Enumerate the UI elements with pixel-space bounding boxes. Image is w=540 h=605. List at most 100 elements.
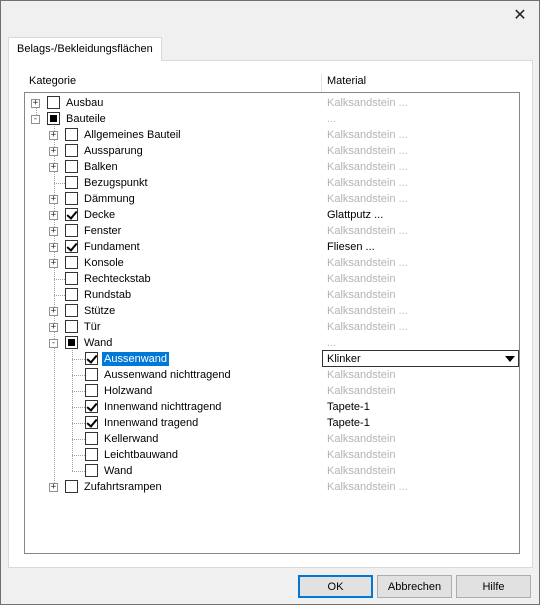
tree-checkbox[interactable] [65,336,78,349]
material-value[interactable]: Kalksandstein ... [327,192,408,206]
help-button[interactable]: Hilfe [456,575,531,598]
tree-row[interactable]: Aussenwand Klinker [25,350,519,367]
tree-row[interactable]: Rechteckstab Kalksandstein [25,271,519,287]
expand-icon[interactable]: + [49,227,58,236]
expand-icon[interactable]: + [49,259,58,268]
tree-item-label[interactable]: Innenwand nichttragend [104,400,221,414]
material-value[interactable]: Tapete-1 [327,400,370,414]
tree-checkbox[interactable] [65,288,78,301]
tree-row[interactable]: + Fenster Kalksandstein ... [25,223,519,239]
tree-item-label[interactable]: Zufahrtsrampen [84,480,162,494]
tree-row[interactable]: + Aussparung Kalksandstein ... [25,143,519,159]
tree-row[interactable]: + Balken Kalksandstein ... [25,159,519,175]
material-value[interactable]: Kalksandstein ... [327,256,408,270]
chevron-down-icon[interactable] [505,356,515,362]
column-separator[interactable] [321,74,322,92]
expand-icon[interactable]: + [49,163,58,172]
expand-icon[interactable]: + [49,211,58,220]
tree-row[interactable]: Innenwand tragend Tapete-1 [25,415,519,431]
material-value[interactable]: Kalksandstein [327,432,396,446]
collapse-icon[interactable]: - [31,115,40,124]
expand-icon[interactable]: + [49,243,58,252]
tree-item-label[interactable]: Kellerwand [104,432,158,446]
tree-row[interactable]: Wand Kalksandstein [25,463,519,479]
tree-item-label[interactable]: Konsole [84,256,124,270]
collapse-icon[interactable]: - [49,339,58,348]
expand-icon[interactable]: + [31,99,40,108]
tree-item-label[interactable]: Decke [84,208,115,222]
cancel-button[interactable]: Abbrechen [377,575,452,598]
column-header-category[interactable]: Kategorie [29,75,76,87]
tree-row[interactable]: - Bauteile... [25,111,519,127]
tree-row[interactable]: + Fundament Fliesen ... [25,239,519,255]
tree-item-label[interactable]: Wand [104,464,132,478]
material-value[interactable]: Kalksandstein [327,272,396,286]
tree-item-label[interactable]: Fundament [84,240,140,254]
tree-item-label[interactable]: Innenwand tragend [104,416,198,430]
material-value[interactable]: Kalksandstein ... [327,176,408,190]
tree-checkbox[interactable] [65,272,78,285]
tree-row[interactable]: Kellerwand Kalksandstein [25,431,519,447]
material-value[interactable]: Kalksandstein ... [327,96,408,110]
tree-item-label[interactable]: Balken [84,160,118,174]
tree-checkbox[interactable] [85,464,98,477]
tree-item-label[interactable]: Rundstab [84,288,131,302]
tree-item-label[interactable]: Rechteckstab [84,272,151,286]
material-value[interactable]: Kalksandstein [327,384,396,398]
tree-item-label[interactable]: Aussenwand [102,352,169,366]
tree-row[interactable]: + Zufahrtsrampen Kalksandstein ... [25,479,519,495]
expand-icon[interactable]: + [49,323,58,332]
tree-item-label[interactable]: Leichtbauwand [104,448,178,462]
tree-checkbox[interactable] [65,160,78,173]
expand-icon[interactable]: + [49,131,58,140]
close-icon[interactable]: ✕ [507,5,533,25]
material-value[interactable]: Kalksandstein [327,368,396,382]
tree-checkbox[interactable] [85,416,98,429]
tree-row[interactable]: + Allgemeines Bauteil Kalksandstein ... [25,127,519,143]
tree-checkbox[interactable] [65,480,78,493]
material-value[interactable]: Kalksandstein ... [327,160,408,174]
material-value[interactable]: Kalksandstein ... [327,480,408,494]
tree-item-label[interactable]: Aussparung [84,144,143,158]
tree-row[interactable]: + Tür Kalksandstein ... [25,319,519,335]
tree-item-label[interactable]: Tür [84,320,101,334]
tree-item-label[interactable]: Stütze [84,304,115,318]
tree-checkbox[interactable] [47,112,60,125]
tree-item-label[interactable]: Bauteile [66,112,106,126]
material-value[interactable]: Kalksandstein ... [327,224,408,238]
material-value[interactable]: Kalksandstein [327,288,396,302]
material-value[interactable]: ... [327,112,336,126]
tree-row[interactable]: + Konsole Kalksandstein ... [25,255,519,271]
tree-checkbox[interactable] [65,144,78,157]
tree-checkbox[interactable] [65,224,78,237]
material-value[interactable]: Fliesen ... [327,240,375,254]
ok-button[interactable]: OK [298,575,373,598]
material-value[interactable]: Kalksandstein ... [327,320,408,334]
tree-checkbox[interactable] [85,368,98,381]
tree-checkbox[interactable] [85,400,98,413]
material-value[interactable]: ... [327,336,336,350]
tree-checkbox[interactable] [85,352,98,365]
tree-item-label[interactable]: Dämmung [84,192,135,206]
tree-checkbox[interactable] [65,320,78,333]
column-header-material[interactable]: Material [327,75,366,87]
tree-item-label[interactable]: Aussenwand nichttragend [104,368,231,382]
tree-checkbox[interactable] [65,192,78,205]
tree-row[interactable]: Innenwand nichttragend Tapete-1 [25,399,519,415]
tree-checkbox[interactable] [85,448,98,461]
material-value[interactable]: Kalksandstein [327,448,396,462]
tree-checkbox[interactable] [85,432,98,445]
tree-item-label[interactable]: Wand [84,336,112,350]
material-value[interactable]: Kalksandstein [327,464,396,478]
tree-row[interactable]: + Dämmung Kalksandstein ... [25,191,519,207]
category-tree[interactable]: + Ausbau Kalksandstein ... - Bauteile... + All… [24,92,520,554]
tree-checkbox[interactable] [65,128,78,141]
material-value[interactable]: Tapete-1 [327,416,370,430]
tree-checkbox[interactable] [65,176,78,189]
tree-checkbox[interactable] [65,240,78,253]
tree-item-label[interactable]: Holzwand [104,384,152,398]
material-dropdown[interactable]: Klinker [322,350,519,367]
expand-icon[interactable]: + [49,195,58,204]
tree-item-label[interactable]: Fenster [84,224,121,238]
material-value[interactable]: Kalksandstein ... [327,144,408,158]
